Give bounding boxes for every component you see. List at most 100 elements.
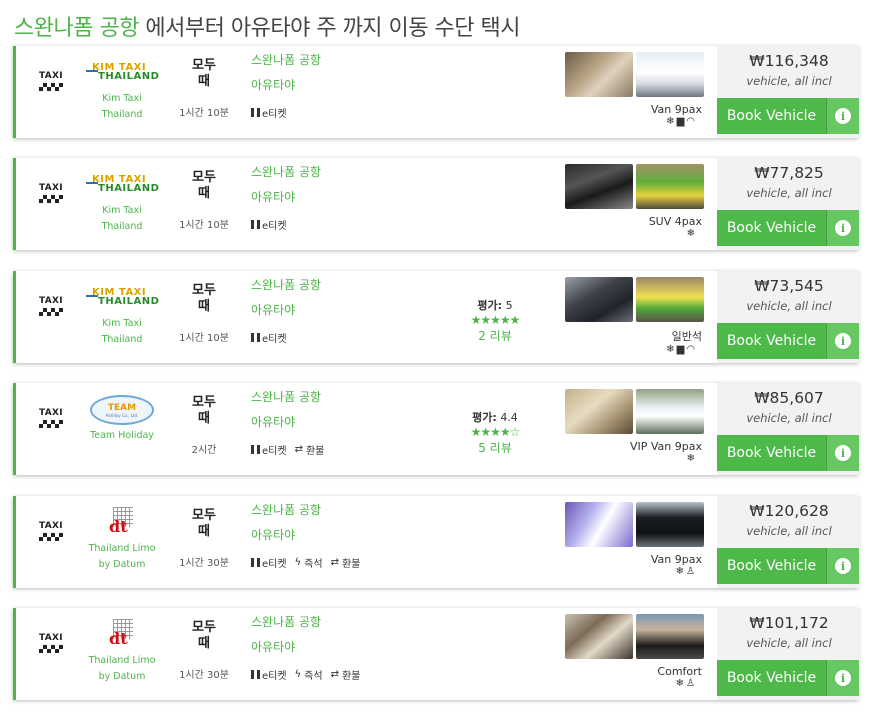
vehicle-gallery: Van 9pax ❄▆◠ xyxy=(565,52,707,127)
vehicle-exterior-photo[interactable] xyxy=(636,52,704,97)
schedule-days-line: 모두 xyxy=(192,395,216,410)
ticket-features: e티켓 xyxy=(251,217,431,232)
vehicle-interior-photo[interactable] xyxy=(565,52,633,97)
kim-taxi-logo-icon: KIM TAXI THAILAND xyxy=(86,62,159,84)
price-panel: ₩116,348 vehicle, all incl Book Vehicle i xyxy=(717,46,861,138)
feature-refund: ⇄ 환불 xyxy=(331,555,361,570)
thailand-limo-logo-icon: dt xyxy=(107,507,137,539)
feature-label: e티켓 xyxy=(262,221,287,232)
operator-logo: dt xyxy=(84,618,160,652)
feature-refund: ⇄ 환불 xyxy=(331,667,361,682)
operator-name: by Datum xyxy=(98,559,146,570)
star-rating-icon: ★★★★☆ xyxy=(470,425,521,439)
info-button[interactable]: i xyxy=(826,660,859,696)
rating-prefix: 평가: xyxy=(477,299,503,312)
taxi-badge: TAXI xyxy=(38,521,64,541)
vehicle-exterior-photo[interactable] xyxy=(636,277,704,322)
feature-label: 환불 xyxy=(341,559,361,570)
feature-label: 즉석 xyxy=(304,671,323,682)
route-from: 스완나폼 공항 xyxy=(251,53,322,67)
result-card: TAXI dt Thailand Limo by Datum 모두 때 1시간 30분 스완나… xyxy=(13,608,861,700)
book-vehicle-button[interactable]: Book Vehicle xyxy=(717,210,826,246)
operator-name: Thailand xyxy=(101,109,143,120)
ticket-features: e티켓 ⇄ 환불 xyxy=(251,442,431,457)
vehicle-amenities: ❄ xyxy=(565,228,707,239)
vehicle-exterior-photo[interactable] xyxy=(636,502,704,547)
vehicle-interior-photo[interactable] xyxy=(565,277,633,322)
info-icon: i xyxy=(835,670,851,686)
schedule-days: 모두 때 xyxy=(174,58,234,90)
book-vehicle-button[interactable]: Book Vehicle xyxy=(717,435,826,471)
feature-label: 환불 xyxy=(305,446,325,457)
title-rest: 에서부터 아유타야 주 까지 이동 수단 택시 xyxy=(138,16,520,41)
vehicle-interior-photo[interactable] xyxy=(565,164,633,209)
schedule-days-line: 때 xyxy=(198,636,210,651)
price-note: vehicle, all incl xyxy=(746,186,832,200)
qr-code-icon xyxy=(251,670,260,679)
result-card: TAXI dt Thailand Limo by Datum 모두 때 1시간 30분 스완나… xyxy=(13,496,861,588)
vehicle-interior-photo[interactable] xyxy=(565,389,633,434)
qr-code-icon xyxy=(251,220,260,229)
book-vehicle-button[interactable]: Book Vehicle xyxy=(717,98,826,134)
schedule-days: 모두 때 xyxy=(174,620,234,652)
exchange-arrows-icon: ⇄ xyxy=(294,444,303,455)
vehicle-exterior-photo[interactable] xyxy=(636,614,704,659)
vehicle-gallery: Comfort ❄♙ xyxy=(565,614,707,689)
team-holiday-logo-icon: TEAM Holiday Co., Ltd. xyxy=(90,395,154,425)
feature-instant: ϟ 즉석 xyxy=(295,667,323,682)
vehicle-exterior-photo[interactable] xyxy=(636,164,704,209)
taxi-badge: TAXI xyxy=(38,183,64,203)
trip-duration: 2시간 xyxy=(191,445,217,456)
operator-logo: dt xyxy=(84,506,160,540)
snowflake-icon: ❄ xyxy=(666,116,677,127)
operator-info: KIM TAXI THAILAND Kim Taxi Thailand xyxy=(84,281,160,347)
title-origin: 스완나폼 공항 xyxy=(14,16,139,41)
operator-name: Team Holiday xyxy=(90,430,154,441)
operator-name: Kim Taxi xyxy=(102,318,142,329)
vehicle-type: SUV 4pax xyxy=(648,215,702,228)
operator-info: dt Thailand Limo by Datum xyxy=(84,618,160,684)
vehicle-thumbnails xyxy=(565,164,707,209)
trip-duration: 1시간 30분 xyxy=(179,558,229,569)
taxi-badge: TAXI xyxy=(38,71,64,91)
route-to: 아유타야 xyxy=(251,190,296,204)
book-vehicle-button[interactable]: Book Vehicle xyxy=(717,323,826,359)
reviews-link[interactable]: 5 리뷰 xyxy=(450,440,540,456)
taxi-badge: TAXI xyxy=(38,296,64,316)
availability: 모두 때 1시간 30분 xyxy=(174,508,234,569)
ticket-features: e티켓 ϟ 즉석 ⇄ 환불 xyxy=(251,667,431,682)
wifi-icon: ◠ xyxy=(686,116,697,127)
info-icon: i xyxy=(835,220,851,236)
price: ₩116,348 xyxy=(749,52,829,70)
vehicle-type: Van 9pax xyxy=(650,553,702,566)
taxi-label: TAXI xyxy=(39,296,63,306)
info-button[interactable]: i xyxy=(826,435,859,471)
reviews-link[interactable]: 2 리뷰 xyxy=(450,328,540,344)
vehicle-exterior-photo[interactable] xyxy=(636,389,704,434)
taxi-checker-icon xyxy=(39,533,63,541)
vehicle-gallery: 일반석 ❄▆◠ xyxy=(565,277,707,355)
vehicle-gallery: SUV 4pax ❄ xyxy=(565,164,707,239)
vehicle-interior-photo[interactable] xyxy=(565,614,633,659)
info-button[interactable]: i xyxy=(826,548,859,584)
price: ₩120,628 xyxy=(749,502,829,520)
snowflake-icon: ❄ xyxy=(666,344,677,355)
info-button[interactable]: i xyxy=(826,210,859,246)
price-note: vehicle, all incl xyxy=(746,411,832,425)
book-vehicle-button[interactable]: Book Vehicle xyxy=(717,660,826,696)
operator-name: Kim Taxi xyxy=(102,93,142,104)
book-vehicle-button[interactable]: Book Vehicle xyxy=(717,548,826,584)
info-button[interactable]: i xyxy=(826,98,859,134)
rating-score: 평가: 5 xyxy=(450,297,540,313)
operator-name: Thailand Limo xyxy=(88,543,156,554)
price-panel: ₩120,628 vehicle, all incl Book Vehicle i xyxy=(717,496,861,588)
vehicle-interior-photo[interactable] xyxy=(565,502,633,547)
kim-taxi-logo-icon: KIM TAXI THAILAND xyxy=(86,287,159,309)
exchange-arrows-icon: ⇄ xyxy=(330,669,339,680)
info-button[interactable]: i xyxy=(826,323,859,359)
feature-eticket: e티켓 xyxy=(251,105,287,120)
availability: 모두 때 1시간 30분 xyxy=(174,620,234,681)
schedule-days-line: 모두 xyxy=(192,620,216,635)
feature-label: 즉석 xyxy=(304,559,323,570)
luggage-icon: ▆ xyxy=(676,116,687,127)
